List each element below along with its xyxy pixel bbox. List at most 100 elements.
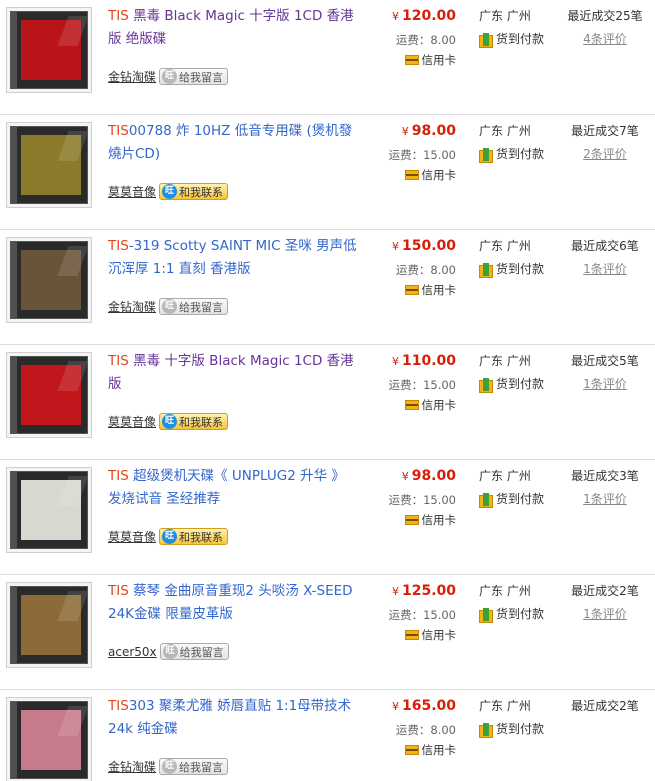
contact-seller-button[interactable]: 旺 和我联系 <box>159 413 229 430</box>
reviews-link[interactable]: 4条评价 <box>583 31 627 47</box>
product-title-link[interactable]: TIS303 聚柔尤雅 娇唇直贴 1:1母带技术 24k 纯金碟 <box>108 695 358 741</box>
reviews-link[interactable]: 1条评价 <box>583 606 627 622</box>
price-value: 120.00 <box>401 8 456 24</box>
seller-name-link[interactable]: 金钻淘碟 <box>108 68 156 85</box>
product-title-link[interactable]: TIS 黑毒 十字版 Black Magic 1CD 香港版 <box>108 350 358 396</box>
seller-name-link[interactable]: 莫莫音像 <box>108 413 156 430</box>
contact-label: 给我留言 <box>179 70 224 84</box>
sales-column: 最近成交25笔 4条评价 <box>555 7 655 47</box>
sales-column: 最近成交7笔 2条评价 <box>555 122 655 162</box>
contact-seller-button[interactable]: 旺 和我联系 <box>159 528 229 545</box>
cd-cover-image <box>10 701 88 779</box>
product-title-link[interactable]: TIS-319 Scotty SAINT MIC 圣咪 男声低沉浑厚 1:1 直… <box>108 235 358 281</box>
location-column: 广东 广州 货到付款 <box>479 582 549 623</box>
sales-column: 最近成交2笔 <box>555 697 655 715</box>
price-value: 98.00 <box>411 123 456 139</box>
credit-card-icon <box>404 285 419 295</box>
sales-column: 最近成交3笔 1条评价 <box>555 467 655 507</box>
product-thumbnail[interactable] <box>6 7 92 93</box>
reviews-link[interactable]: 1条评价 <box>583 261 627 277</box>
credit-card-badge: 信用卡 <box>378 397 456 413</box>
seller-location: 广东 广州 <box>479 9 531 23</box>
cd-cover-image <box>10 586 88 664</box>
product-brand: TIS <box>108 583 129 599</box>
shipping-fee: 运费：15.00 <box>388 148 456 162</box>
product-thumbnail[interactable] <box>6 122 92 208</box>
seller-location: 广东 广州 <box>479 584 531 598</box>
seller-name-link[interactable]: 金钻淘碟 <box>108 758 156 775</box>
product-thumbnail[interactable] <box>6 467 92 553</box>
seller-name-link[interactable]: 莫莫音像 <box>108 183 156 200</box>
cash-on-delivery-badge: 货到付款 <box>479 261 549 278</box>
cash-on-delivery-badge: 货到付款 <box>479 721 549 738</box>
price: ¥98.00 <box>378 122 456 141</box>
wangwang-icon: 旺 <box>162 299 178 314</box>
credit-card-icon <box>404 630 419 640</box>
product-list: TIS 黑毒 Black Magic 十字版 1CD 香港版 绝版碟 金钻淘碟 … <box>0 0 655 781</box>
product-thumbnail[interactable] <box>6 237 92 323</box>
contact-label: 给我留言 <box>179 760 224 774</box>
product-title-link[interactable]: TIS 超级煲机天碟《 UNPLUG2 升华 》发烧试音 圣经推荐 <box>108 465 358 511</box>
currency-symbol: ¥ <box>401 125 409 138</box>
price: ¥110.00 <box>378 352 456 371</box>
cd-cover-image <box>10 11 88 89</box>
cod-label: 货到付款 <box>496 377 545 391</box>
reviews-link[interactable]: 2条评价 <box>583 146 627 162</box>
seller-info: 金钻淘碟 旺 给我留言 <box>108 298 229 315</box>
product-title-text: 00788 炸 10HZ 低音专用碟 (煲机發燒片CD) <box>108 123 353 162</box>
product-title-link[interactable]: TIS 蔡琴 金曲原音重现2 头啖汤 X-SEED 24K金碟 限量皮革版 <box>108 580 358 626</box>
product-thumbnail[interactable] <box>6 697 92 781</box>
seller-name-link[interactable]: 金钻淘碟 <box>108 298 156 315</box>
credit-card-label: 信用卡 <box>421 628 457 642</box>
contact-seller-button[interactable]: 旺 和我联系 <box>159 183 229 200</box>
seller-name-link[interactable]: acer50x <box>108 645 157 659</box>
cash-on-delivery-badge: 货到付款 <box>479 31 549 48</box>
product-thumbnail[interactable] <box>6 582 92 668</box>
list-item: TIS303 聚柔尤雅 娇唇直贴 1:1母带技术 24k 纯金碟 金钻淘碟 旺 … <box>0 690 655 781</box>
contact-seller-button[interactable]: 旺 给我留言 <box>159 298 229 315</box>
list-item: TIS 黑毒 十字版 Black Magic 1CD 香港版 莫莫音像 旺 和我… <box>0 345 655 460</box>
price-column: ¥98.00 运费：15.00 信用卡 <box>378 122 456 183</box>
seller-name-link[interactable]: 莫莫音像 <box>108 528 156 545</box>
product-title-text: 蔡琴 金曲原音重现2 头啖汤 X-SEED 24K金碟 限量皮革版 <box>108 583 353 622</box>
price-column: ¥110.00 运费：15.00 信用卡 <box>378 352 456 413</box>
product-title-link[interactable]: TIS 黑毒 Black Magic 十字版 1CD 香港版 绝版碟 <box>108 5 358 51</box>
product-thumbnail[interactable] <box>6 352 92 438</box>
currency-symbol: ¥ <box>391 355 399 368</box>
contact-seller-button[interactable]: 旺 给我留言 <box>159 68 229 85</box>
seller-info: 金钻淘碟 旺 给我留言 <box>108 758 229 775</box>
cod-label: 货到付款 <box>496 607 545 621</box>
contact-seller-button[interactable]: 旺 给我留言 <box>159 643 229 660</box>
product-brand: TIS <box>108 123 129 139</box>
cash-on-delivery-badge: 货到付款 <box>479 606 549 623</box>
product-title-text: 黑毒 十字版 Black Magic 1CD 香港版 <box>108 353 354 392</box>
price-column: ¥150.00 运费：8.00 信用卡 <box>378 237 456 298</box>
seller-location: 广东 广州 <box>479 239 531 253</box>
contact-seller-button[interactable]: 旺 给我留言 <box>159 758 229 775</box>
price-column: ¥165.00 运费：8.00 信用卡 <box>378 697 456 758</box>
location-column: 广东 广州 货到付款 <box>479 122 549 163</box>
price: ¥125.00 <box>378 582 456 601</box>
seller-info: 莫莫音像 旺 和我联系 <box>108 183 229 200</box>
credit-card-badge: 信用卡 <box>378 282 456 298</box>
reviews-link[interactable]: 1条评价 <box>583 376 627 392</box>
credit-card-badge: 信用卡 <box>378 627 456 643</box>
reviews-link[interactable]: 1条评价 <box>583 491 627 507</box>
contact-label: 给我留言 <box>179 645 224 659</box>
seller-info: 莫莫音像 旺 和我联系 <box>108 413 229 430</box>
price-value: 125.00 <box>401 583 456 599</box>
sales-column: 最近成交6笔 1条评价 <box>555 237 655 277</box>
product-title-link[interactable]: TIS00788 炸 10HZ 低音专用碟 (煲机發燒片CD) <box>108 120 358 166</box>
cod-icon <box>479 607 493 623</box>
currency-symbol: ¥ <box>391 240 399 253</box>
seller-info: acer50x 旺 给我留言 <box>108 643 229 660</box>
credit-card-icon <box>404 745 419 755</box>
cd-cover-image <box>10 241 88 319</box>
recent-deals: 最近成交3笔 <box>571 469 639 483</box>
product-brand: TIS <box>108 468 129 484</box>
product-brand: TIS <box>108 353 129 369</box>
credit-card-icon <box>404 55 419 65</box>
credit-card-icon <box>404 400 419 410</box>
cod-label: 货到付款 <box>496 492 545 506</box>
shipping-fee: 运费：8.00 <box>395 263 456 277</box>
